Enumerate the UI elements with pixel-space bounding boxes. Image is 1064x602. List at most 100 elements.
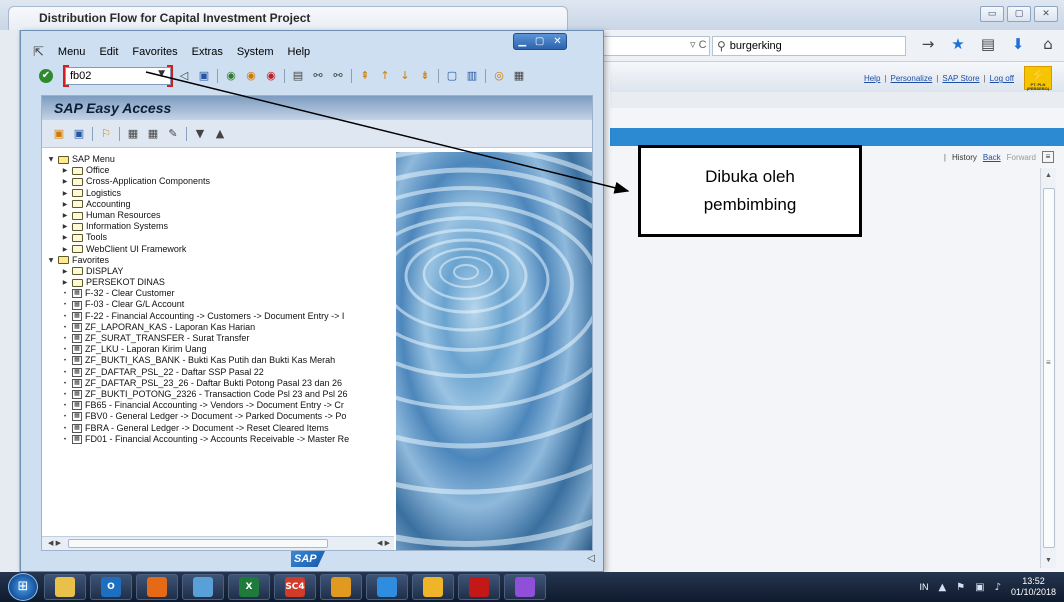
tree-node-webclient[interactable]: ▶ WebClient UI Framework [42,244,394,255]
previous-page-icon[interactable]: ↑ [378,69,392,83]
clipboard-icon[interactable]: ▤ [978,35,998,53]
collapsed-arrow-icon[interactable]: ▶ [60,176,70,187]
home-icon[interactable]: ⌂ [1038,35,1058,53]
new-session-icon[interactable]: ▢ [445,69,459,83]
favorite-transaction[interactable]: • ▦ ZF_BUKTI_KAS_BANK - Bukti Kas Putih da… [42,355,394,366]
maximize-button[interactable]: ▢ [1007,6,1031,22]
taskbar-app-button[interactable] [412,574,454,600]
status-bar-arrow-icon[interactable]: ◁ [587,553,595,564]
delete-favorite-icon[interactable]: ▦ [146,127,160,141]
layout-menu-icon[interactable]: ▦ [512,69,526,83]
flag-icon[interactable]: ⚑ [956,582,965,593]
portal-scrollbar[interactable]: ▲ ≡ ▼ [1040,168,1056,568]
tree-node-accounting[interactable]: ▶ Accounting [42,199,394,210]
arrow-forward-icon[interactable]: → [918,35,938,53]
scroll-left-icon[interactable]: ◀ ▶ [48,539,61,547]
favorite-transaction[interactable]: • ▦ F-03 - Clear G/L Account [42,299,394,310]
reload-icon[interactable]: ▿ C [690,38,707,51]
collapsed-arrow-icon[interactable]: ▶ [60,277,70,288]
move-up-icon[interactable]: ▲ [213,127,227,141]
tree-node-persekot-dinas[interactable]: ▶ PERSEKOT DINAS [42,277,394,288]
start-button[interactable]: ⊞ [8,573,38,601]
shortcut-icon[interactable]: ▥ [465,69,479,83]
forward-link[interactable]: Forward [1007,153,1036,162]
taskbar-app-button[interactable]: O [90,574,132,600]
favorite-transaction[interactable]: • ▦ ZF_LKU - Laporan Kirim Uang [42,344,394,355]
taskbar-app-button[interactable]: X [228,574,270,600]
collapsed-arrow-icon[interactable]: ▶ [60,165,70,176]
scroll-thumb[interactable] [1043,188,1055,548]
favorite-transaction[interactable]: • ▦ F-32 - Clear Customer [42,288,394,299]
collapsed-arrow-icon[interactable]: ▶ [60,232,70,243]
enter-check-icon[interactable]: ✔ [39,69,53,83]
collapsed-arrow-icon[interactable]: ▶ [60,266,70,277]
find-icon[interactable]: ⚯ [311,69,325,83]
nav-back-icon[interactable]: ◁ [177,69,191,83]
tree-horizontal-scrollbar[interactable]: ◀ ▶ ◀ ▶ [42,536,394,550]
menu-item-system[interactable]: System [237,46,274,58]
show-hidden-icons-icon[interactable]: ▲ [938,582,946,593]
clock[interactable]: 13:52 01/10/2018 [1011,576,1056,598]
other-menu-icon[interactable]: ⚐ [99,127,113,141]
tree-node-display[interactable]: ▶ DISPLAY [42,266,394,277]
chevron-down-icon[interactable]: ▼ [158,69,165,79]
favorite-transaction[interactable]: • ▦ FD01 - Financial Accounting -> Account… [42,434,394,445]
favorite-transaction[interactable]: • ▦ ZF_LAPORAN_KAS - Laporan Kas Harian [42,322,394,333]
favorite-transaction[interactable]: • ▦ FBRA - General Ledger -> Document -> R… [42,423,394,434]
taskbar-app-button[interactable] [182,574,224,600]
download-icon[interactable]: ⬇ [1008,35,1028,53]
scroll-right-icon[interactable]: ◀ ▶ [377,539,390,547]
exit-transaction-icon[interactable]: ◉ [244,69,258,83]
change-favorite-icon[interactable]: ✎ [166,127,180,141]
history-menu[interactable]: History [952,153,977,162]
print-icon[interactable]: ▤ [291,69,305,83]
back-icon[interactable]: ◉ [224,69,238,83]
taskbar-app-button[interactable] [320,574,362,600]
collapsed-arrow-icon[interactable]: ▶ [60,199,70,210]
cancel-icon[interactable]: ◉ [264,69,278,83]
help-link[interactable]: Help [864,74,880,83]
menu-item-favorites[interactable]: Favorites [132,46,177,58]
favorite-transaction[interactable]: • ▦ ZF_DAFTAR_PSL_22 - Daftar SSP Pasal 22 [42,367,394,378]
user-menu-icon[interactable]: ▣ [52,127,66,141]
tree-node-office[interactable]: ▶ Office [42,165,394,176]
find-next-icon[interactable]: ⚯ [331,69,345,83]
taskbar-app-button[interactable] [44,574,86,600]
taskbar-app-button[interactable]: SC4 [274,574,316,600]
personalize-link[interactable]: Personalize [890,74,932,83]
search-input[interactable]: ⚲ burgerking [712,36,906,56]
back-link[interactable]: Back [983,153,1001,162]
transaction-code-input[interactable] [65,67,171,85]
tree-node-logistics[interactable]: ▶ Logistics [42,188,394,199]
menu-item-edit[interactable]: Edit [99,46,118,58]
tree-node-tools[interactable]: ▶ Tools [42,232,394,243]
favorite-transaction[interactable]: • ▦ ZF_SURAT_TRANSFER - Surat Transfer [42,333,394,344]
taskbar-app-button[interactable] [366,574,408,600]
favorite-transaction[interactable]: • ▦ ZF_DAFTAR_PSL_23_26 - Daftar Bukti Pot… [42,378,394,389]
page-menu-icon[interactable]: ≡ [1042,151,1054,163]
add-favorite-icon[interactable]: ▦ [126,127,140,141]
tree-node-sap-menu[interactable]: ▼ SAP Menu [42,154,394,165]
volume-icon[interactable]: ♪ [995,582,1001,593]
tree-node-information-systems[interactable]: ▶ Information Systems [42,221,394,232]
taskbar-app-button[interactable] [136,574,178,600]
tree-node-favorites[interactable]: ▼ Favorites [42,255,394,266]
sap-store-link[interactable]: SAP Store [942,74,979,83]
expanded-arrow-icon[interactable]: ▼ [46,255,56,266]
favorite-transaction[interactable]: • ▦ F-22 - Financial Accounting -> Custome… [42,311,394,322]
help-icon[interactable]: ◎ [492,69,506,83]
favorite-transaction[interactable]: • ▦ ZF_BUKTI_POTONG_2326 - Transaction Cod… [42,389,394,400]
favorite-transaction[interactable]: • ▦ FBV0 - General Ledger -> Document -> P… [42,411,394,422]
taskbar-app-button[interactable] [504,574,546,600]
minimize-button[interactable]: ▭ [980,6,1004,22]
scroll-thumb[interactable] [68,539,328,548]
favorite-transaction[interactable]: • ▦ FB65 - Financial Accounting -> Vendors… [42,400,394,411]
taskbar-app-button[interactable] [458,574,500,600]
expanded-arrow-icon[interactable]: ▼ [46,154,56,165]
menu-item-extras[interactable]: Extras [192,46,223,58]
exit-icon[interactable]: ⇱ [33,45,44,60]
scroll-up-icon[interactable]: ▲ [1045,172,1052,179]
collapsed-arrow-icon[interactable]: ▶ [60,188,70,199]
tree-node-human-resources[interactable]: ▶ Human Resources [42,210,394,221]
move-down-icon[interactable]: ▼ [193,127,207,141]
